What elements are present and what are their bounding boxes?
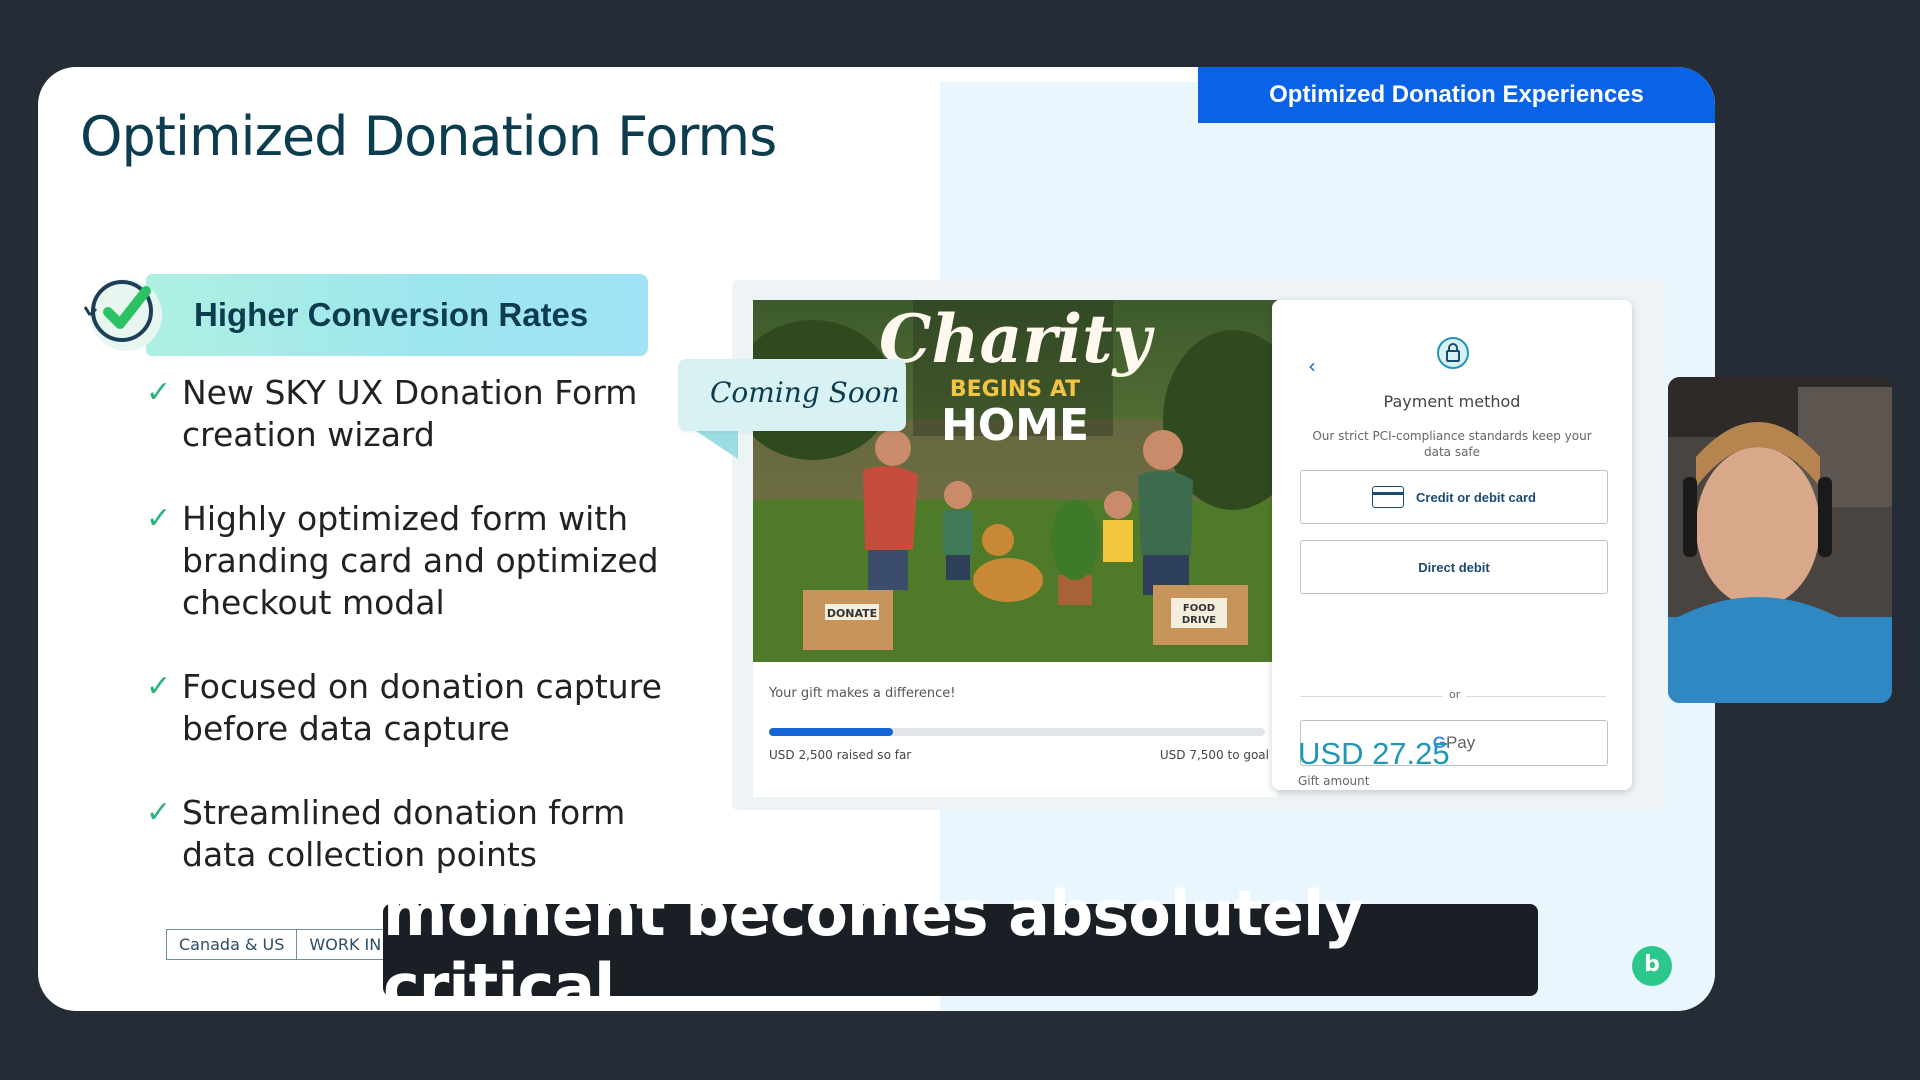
checkmark-icon: ✓ — [146, 669, 172, 704]
gift-message: Your gift makes a difference! — [769, 686, 956, 701]
checkmark-icon: ✓ — [146, 375, 172, 410]
drive-box-text: DRIVE — [1182, 615, 1216, 626]
google-pay-label: Pay — [1445, 733, 1476, 752]
payment-card: ‹ Payment method Our strict PCI-complian… — [1272, 300, 1632, 790]
food-box-text: FOOD — [1183, 603, 1215, 614]
debit-option-label: Direct debit — [1418, 559, 1490, 575]
checkmark-icon: ✓ — [146, 501, 172, 536]
bullet-text: Highly optimized form with branding card… — [182, 499, 659, 622]
footer-tags: Canada & US WORK IN — [166, 929, 395, 960]
webcam-feed — [1668, 377, 1892, 703]
check-circle-icon — [83, 279, 162, 351]
bullet-item: ✓ Streamlined donation form data collect… — [146, 792, 706, 876]
bullet-item: ✓ New SKY UX Donation Form creation wiza… — [146, 372, 706, 456]
slide-title: Optimized Donation Forms — [80, 105, 777, 168]
presenter-video — [1668, 377, 1892, 703]
conversion-banner: Higher Conversion Rates — [146, 274, 648, 356]
banner-label: Higher Conversion Rates — [194, 296, 589, 333]
gift-amount: USD 27.25 — [1298, 736, 1450, 771]
lock-icon — [1437, 337, 1469, 369]
gift-amount-label: Gift amount — [1298, 774, 1370, 788]
progress-bar — [769, 728, 1265, 736]
goal-label: USD 7,500 to goal — [1159, 748, 1269, 762]
subtitle-caption: moment becomes absolutely critical. — [383, 877, 1538, 1023]
presentation-slide: Optimized Donation Experiences Optimized… — [38, 67, 1715, 1011]
coming-soon-text: Coming Soon — [710, 376, 900, 409]
charity-photo: Charity BEGINS AT HOME DONATE FOOD DRIVE — [753, 300, 1277, 662]
progress-bar-fill — [769, 728, 893, 736]
region-tag: Canada & US — [166, 929, 298, 960]
bullet-text: Streamlined donation form data collectio… — [182, 793, 626, 874]
brand-logo: b — [1632, 946, 1672, 986]
section-tab: Optimized Donation Experiences — [1198, 67, 1715, 123]
headline2-text: HOME — [941, 400, 1089, 451]
card-option-label: Credit or debit card — [1416, 489, 1536, 505]
payment-title: Payment method — [1383, 392, 1521, 411]
donate-box-text: DONATE — [827, 607, 877, 620]
bullet-text: Focused on donation capture before data … — [182, 667, 662, 748]
back-arrow-icon[interactable]: ‹ — [1308, 354, 1316, 378]
coming-soon-callout: Coming Soon — [678, 359, 906, 431]
bullet-list: ✓ New SKY UX Donation Form creation wiza… — [146, 372, 706, 918]
bullet-item: ✓ Highly optimized form with branding ca… — [146, 498, 706, 624]
card-option-button[interactable]: Credit or debit card — [1300, 470, 1608, 524]
checkmark-icon: ✓ — [146, 795, 172, 830]
subline-text: BEGINS AT — [950, 377, 1080, 402]
status-tag: WORK IN — [297, 929, 395, 960]
raised-label: USD 2,500 raised so far — [769, 748, 912, 762]
progress-section: Your gift makes a difference! USD 2,500 … — [753, 662, 1277, 797]
headline-text: Charity — [879, 300, 1156, 378]
direct-debit-button[interactable]: Direct debit — [1300, 540, 1608, 594]
or-divider: or — [1300, 688, 1606, 704]
or-text: or — [1443, 688, 1467, 701]
credit-card-icon — [1372, 486, 1405, 508]
bullet-text: New SKY UX Donation Form creation wizard — [182, 373, 638, 454]
bullet-item: ✓ Focused on donation capture before dat… — [146, 666, 706, 750]
payment-subtitle: Our strict PCI-compliance standards keep… — [1312, 429, 1592, 459]
